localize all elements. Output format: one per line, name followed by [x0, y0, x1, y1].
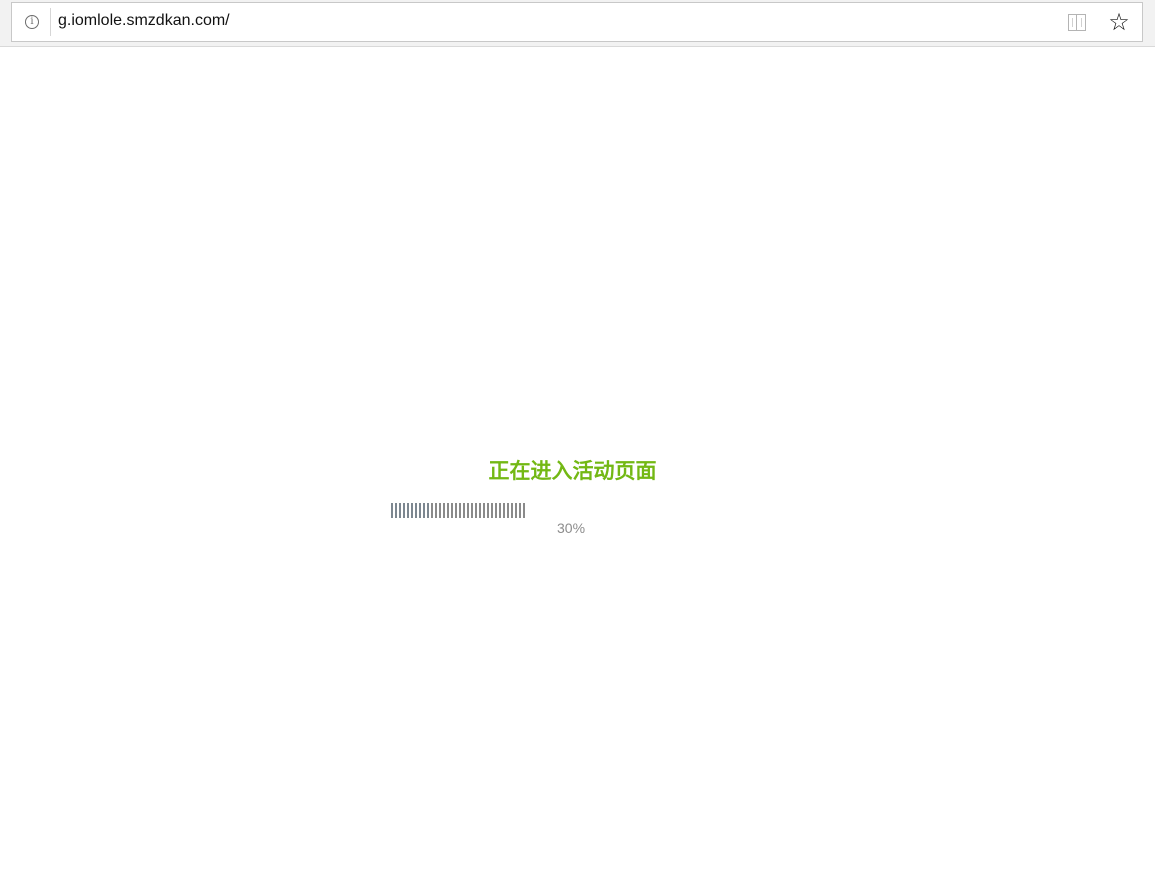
- progress-tick: [435, 503, 437, 518]
- progress-tick: [459, 503, 461, 518]
- progress-tick: [403, 503, 405, 518]
- progress-tick: [475, 503, 477, 518]
- progress-bar: [391, 503, 527, 519]
- progress-tick: [507, 503, 509, 518]
- progress-tick: [439, 503, 441, 518]
- progress-tick: [479, 503, 481, 518]
- progress-tick: [455, 503, 457, 518]
- progress-tick: [463, 503, 465, 518]
- progress-tick: [399, 503, 401, 518]
- address-bar[interactable]: i g.iomlole.smzdkan.com/ ☆: [11, 2, 1143, 42]
- progress-tick: [503, 503, 505, 518]
- loading-title: 正在进入活动页面: [488, 459, 657, 483]
- progress-tick: [411, 503, 413, 518]
- progress-tick: [495, 503, 497, 518]
- progress-tick: [423, 503, 425, 518]
- progress-tick: [515, 503, 517, 518]
- browser-toolbar: i g.iomlole.smzdkan.com/ ☆: [0, 0, 1155, 47]
- progress-tick: [415, 503, 417, 518]
- progress-tick: [483, 503, 485, 518]
- url-text[interactable]: g.iomlole.smzdkan.com/: [58, 11, 230, 31]
- progress-tick: [451, 503, 453, 518]
- progress-tick: [471, 503, 473, 518]
- progress-percent: 30%: [557, 520, 586, 536]
- progress-tick: [407, 503, 409, 518]
- star-icon[interactable]: ☆: [1106, 9, 1132, 35]
- info-icon[interactable]: i: [25, 15, 39, 29]
- address-divider: [50, 8, 51, 36]
- progress-tick: [447, 503, 449, 518]
- progress-tick: [427, 503, 429, 518]
- progress-tick: [519, 503, 521, 518]
- progress-tick: [391, 503, 393, 518]
- progress-tick: [467, 503, 469, 518]
- progress-tick: [511, 503, 513, 518]
- progress-tick: [419, 503, 421, 518]
- progress-tick: [431, 503, 433, 518]
- progress-tick: [487, 503, 489, 518]
- progress-tick: [443, 503, 445, 518]
- progress-tick: [523, 503, 525, 518]
- progress-tick: [499, 503, 501, 518]
- book-icon[interactable]: [1068, 14, 1086, 31]
- progress-tick: [395, 503, 397, 518]
- progress-tick: [491, 503, 493, 518]
